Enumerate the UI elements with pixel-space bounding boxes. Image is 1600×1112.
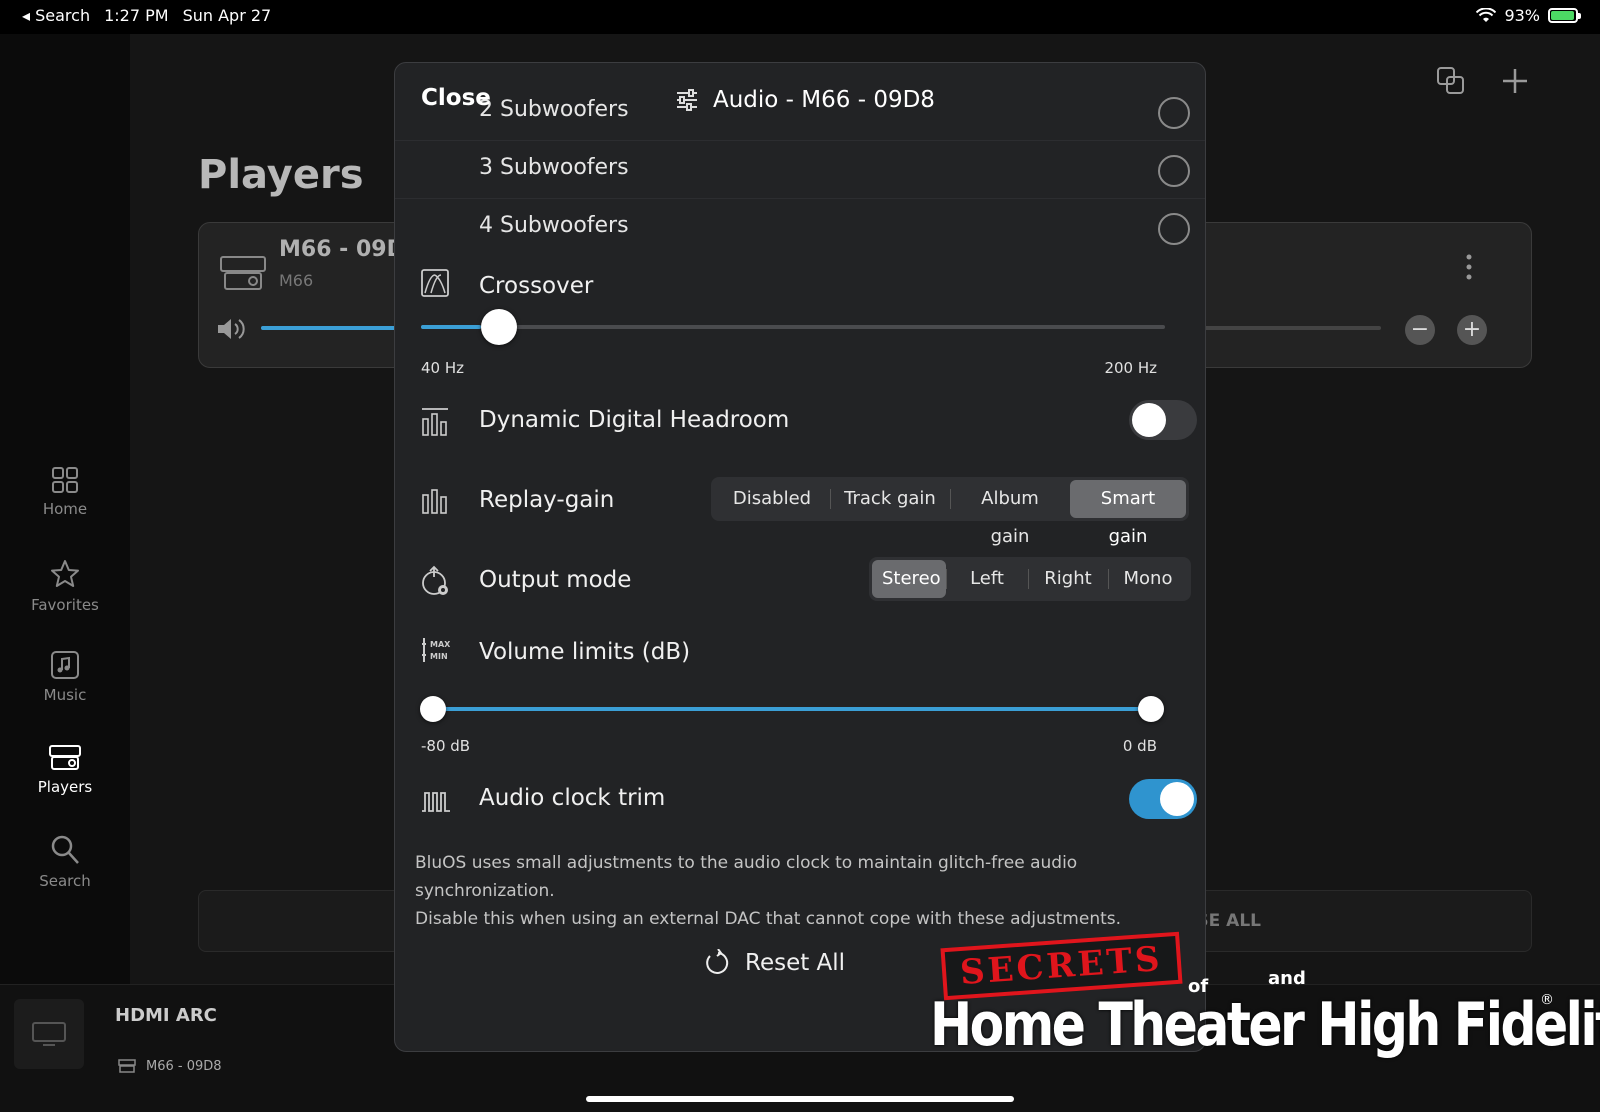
svg-text:MAX: MAX: [430, 640, 451, 649]
volume-up-button[interactable]: +: [1457, 315, 1487, 345]
description-line: BluOS uses small adjustments to the audi…: [415, 853, 1078, 901]
output-mode-stereo[interactable]: Stereo: [872, 560, 946, 598]
battery-icon: [1548, 8, 1581, 23]
output-mode-icon: [422, 565, 448, 595]
crossover-slider-track[interactable]: [421, 325, 1165, 329]
watermark-and: and: [1268, 968, 1306, 989]
home-indicator: [586, 1096, 1014, 1102]
modal-title: Audio - M66 - 09D8: [675, 87, 935, 113]
subwoofer-option-4[interactable]: 4 Subwoofers: [395, 199, 1205, 257]
add-icon[interactable]: [1500, 66, 1530, 96]
output-mode-mono[interactable]: Mono: [1108, 560, 1188, 598]
volume-min-knob[interactable]: [420, 696, 446, 722]
clock-trim-icon: [422, 792, 450, 812]
player-model: M66: [279, 271, 314, 290]
description-line: Disable this when using an external DAC …: [415, 909, 1122, 929]
clock-trim-toggle[interactable]: [1129, 779, 1197, 819]
player-icon: [49, 745, 81, 770]
page-title: Players: [198, 152, 364, 198]
tv-icon: [32, 1022, 66, 1046]
top-actions: [1436, 66, 1530, 96]
grid-icon: [52, 467, 78, 493]
sidebar-item-music[interactable]: Music: [0, 650, 130, 704]
registered-mark: ®: [1540, 992, 1554, 1008]
sidebar-item-players[interactable]: Players: [0, 744, 130, 796]
subwoofer-option-3[interactable]: 3 Subwoofers: [395, 141, 1205, 199]
sidebar-item-label: Music: [43, 686, 87, 704]
clock-trim-label: Audio clock trim: [479, 785, 666, 811]
reset-all-button[interactable]: Reset All: [705, 949, 845, 977]
player-device-icon: [118, 1059, 136, 1073]
output-mode-label: Output mode: [479, 567, 632, 593]
group-players-icon[interactable]: [1436, 66, 1466, 96]
close-button[interactable]: Close: [421, 85, 491, 111]
replay-gain-segmented: Disabled Track gain Album gain Smart gai…: [711, 477, 1189, 547]
headroom-icon: [422, 408, 448, 436]
volume-down-button[interactable]: −: [1405, 315, 1435, 345]
clock-trim-description: BluOS uses small adjustments to the audi…: [415, 849, 1195, 933]
sidebar-item-home[interactable]: Home: [0, 466, 130, 518]
volume-limits-fill: [433, 707, 1151, 711]
ddh-label: Dynamic Digital Headroom: [479, 407, 790, 433]
replay-gain-icon: [422, 489, 447, 514]
volume-max-knob[interactable]: [1138, 696, 1164, 722]
radio-button[interactable]: [1158, 155, 1190, 187]
replay-gain-smart[interactable]: Smart gain: [1070, 480, 1186, 547]
volume-limits-icon: MAX MIN: [422, 638, 451, 662]
crossover-max-label: 200 Hz: [1104, 359, 1157, 377]
back-to-search-link[interactable]: ◂ Search: [22, 6, 90, 25]
now-playing-player: M66 - 09D8: [146, 1059, 222, 1074]
option-label: 3 Subwoofers: [479, 155, 629, 180]
sidebar-item-search[interactable]: Search: [0, 834, 130, 890]
search-icon: [51, 835, 79, 864]
volume-limits-label: Volume limits (dB): [479, 639, 691, 665]
watermark-main-text: Home Theater High Fidelity: [930, 990, 1600, 1060]
replay-gain-disabled[interactable]: Disabled: [714, 480, 830, 518]
player-device-icon: [220, 256, 266, 290]
secrets-watermark-logo: SECRETS of and Home Theater High Fidelit…: [930, 931, 1600, 1080]
crossover-label: Crossover: [479, 273, 594, 299]
sidebar-item-label: Search: [39, 872, 91, 890]
status-bar: ◂ Search 1:27 PM Sun Apr 27 93%: [0, 0, 1600, 34]
radio-button[interactable]: [1158, 213, 1190, 245]
crossover-icon: [421, 269, 449, 297]
sidebar-item-label: Home: [42, 500, 88, 518]
status-date: Sun Apr 27: [182, 6, 272, 25]
music-icon: [51, 651, 79, 679]
sidebar: Home Favorites Music Players Search: [0, 34, 130, 984]
now-playing-source: HDMI ARC: [115, 1005, 217, 1026]
speaker-icon: [218, 319, 245, 339]
crossover-min-label: 40 Hz: [421, 359, 465, 377]
ddh-toggle[interactable]: [1129, 400, 1197, 440]
crossover-slider-fill: [421, 325, 481, 329]
settings-sliders-icon: [677, 89, 697, 111]
tv-source-thumbnail: [14, 999, 84, 1069]
audio-settings-modal: 2 Subwoofers 3 Subwoofers 4 Subwoofers C…: [394, 62, 1206, 1052]
option-label: 4 Subwoofers: [479, 213, 629, 238]
wifi-icon: [1476, 7, 1497, 22]
reset-all-label: Reset All: [745, 950, 846, 976]
crossover-slider-knob[interactable]: [480, 309, 517, 345]
replay-gain-label: Replay-gain: [479, 487, 615, 513]
status-time: 1:27 PM: [104, 6, 169, 25]
output-mode-left[interactable]: Left: [946, 560, 1028, 598]
star-icon: [51, 560, 79, 587]
volume-min-label: -80 dB: [421, 737, 471, 755]
sidebar-item-favorites[interactable]: Favorites: [0, 558, 130, 614]
output-mode-segmented: Stereo Left Right Mono: [869, 557, 1191, 601]
more-options-icon[interactable]: [1465, 253, 1473, 281]
svg-text:MIN: MIN: [430, 652, 448, 661]
replay-gain-album[interactable]: Album gain: [950, 480, 1070, 547]
output-mode-right[interactable]: Right: [1028, 560, 1108, 598]
battery-percent: 93%: [1504, 6, 1540, 25]
option-label: 2 Subwoofers: [479, 97, 629, 122]
sidebar-item-label: Players: [37, 778, 93, 796]
modal-title-text: Audio - M66 - 09D8: [713, 87, 935, 113]
radio-button[interactable]: [1158, 97, 1190, 129]
reset-icon: [706, 949, 729, 974]
replay-gain-track[interactable]: Track gain: [830, 480, 950, 518]
sidebar-item-label: Favorites: [31, 596, 99, 614]
volume-max-label: 0 dB: [1122, 737, 1157, 755]
